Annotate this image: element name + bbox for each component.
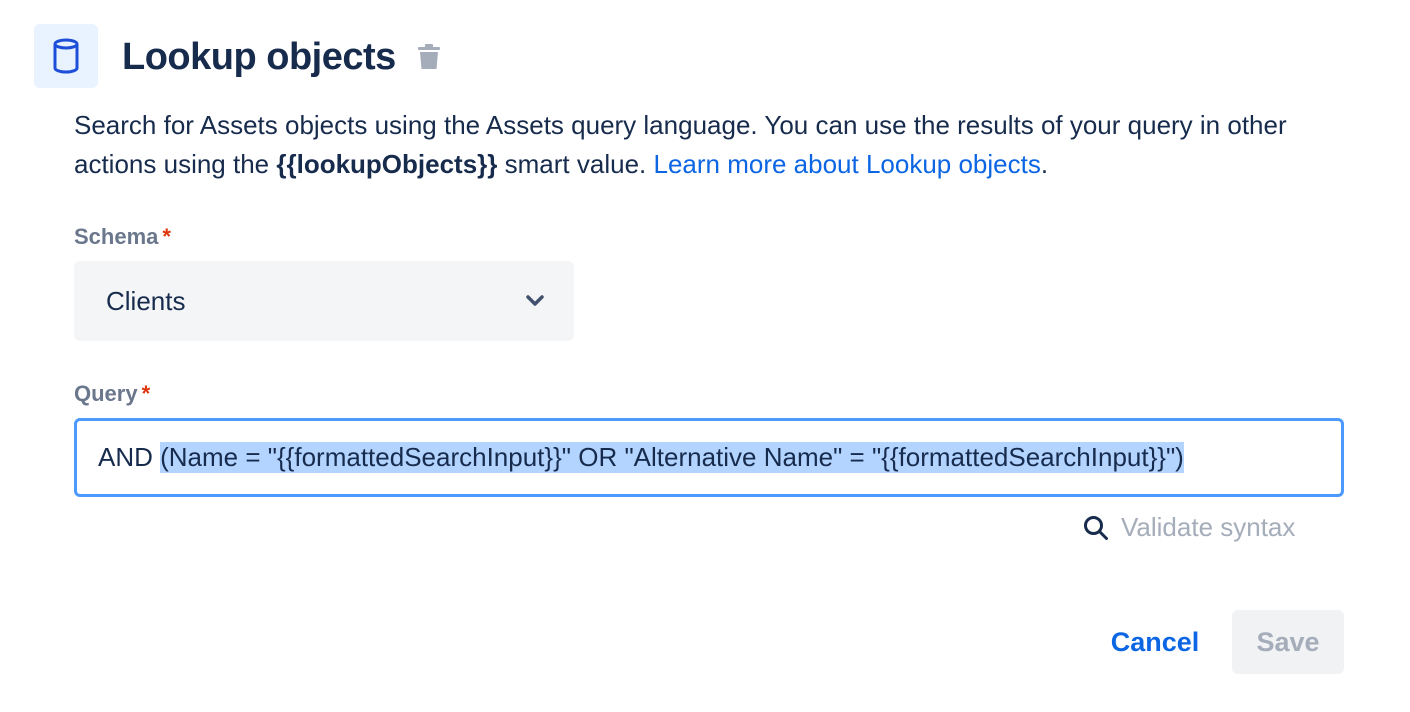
trash-icon xyxy=(418,44,440,69)
action-icon-tile xyxy=(34,24,98,88)
delete-action-button[interactable] xyxy=(413,41,445,73)
query-text: AND xyxy=(98,442,161,472)
query-label-text: Query xyxy=(74,381,138,406)
chevron-down-icon xyxy=(526,295,544,306)
smart-value-code: {{lookupObjects}} xyxy=(276,149,498,179)
query-text-selection: (Name = "{{formattedSearchInput}}" OR "A… xyxy=(160,442,1184,473)
description-text-end: . xyxy=(1040,149,1049,179)
required-mark: * xyxy=(162,224,171,249)
search-icon xyxy=(1084,515,1108,540)
query-label: Query * xyxy=(74,381,150,407)
cancel-button[interactable]: Cancel xyxy=(1094,610,1216,674)
validate-syntax-button[interactable]: Validate syntax xyxy=(1083,512,1295,543)
schema-select[interactable]: Clients xyxy=(74,261,574,341)
lookup-objects-panel: Lookup objects Search for Assets objects… xyxy=(0,0,1410,712)
schema-label: Schema * xyxy=(74,224,171,250)
page-title: Lookup objects xyxy=(122,36,396,78)
schema-label-text: Schema xyxy=(74,224,159,249)
query-input[interactable]: AND (Name = "{{formattedSearchInput}}" O… xyxy=(74,418,1344,497)
schema-select-value: Clients xyxy=(106,285,186,316)
validate-syntax-label: Validate syntax xyxy=(1121,512,1296,542)
save-button[interactable]: Save xyxy=(1232,610,1344,674)
learn-more-link[interactable]: Learn more about Lookup objects xyxy=(653,149,1040,179)
database-icon xyxy=(53,38,79,74)
required-mark: * xyxy=(141,381,151,406)
action-description: Search for Assets objects using the Asse… xyxy=(74,106,1364,184)
description-text-middle: smart value. xyxy=(497,149,654,179)
